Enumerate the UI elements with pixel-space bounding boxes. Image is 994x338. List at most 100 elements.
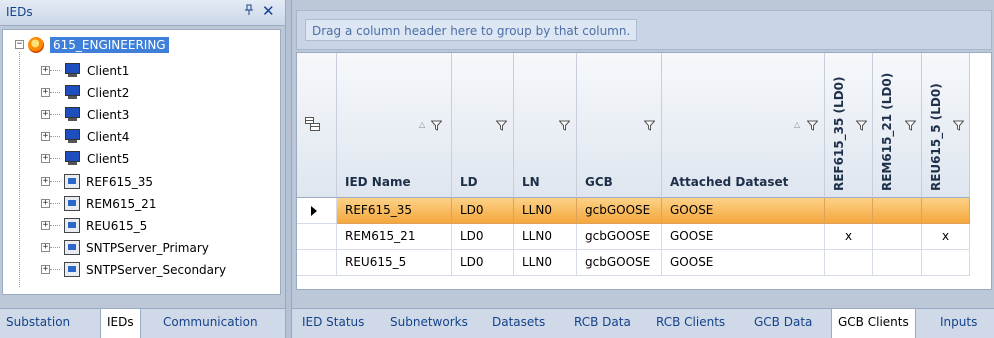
table-row[interactable]: REM615_21 LD0 LLN0 gcbGOOSE GOOSE x x	[297, 224, 993, 250]
tab-subnetworks[interactable]: Subnetworks	[390, 315, 468, 329]
cell-ld[interactable]: LD0	[452, 198, 514, 224]
column-header-label: REF615_35 (LD0)	[832, 76, 846, 192]
tree-node-client4[interactable]: + Client4	[41, 126, 129, 147]
filter-icon[interactable]	[905, 120, 916, 131]
filter-icon[interactable]	[559, 120, 570, 131]
tab-ieds[interactable]: IEDs	[100, 309, 141, 338]
expand-icon[interactable]: +	[41, 88, 50, 97]
cell-client-rem615-21[interactable]	[873, 224, 922, 250]
ied-tree[interactable]: − 615_ENGINEERING + Client1 + Client2 + …	[2, 29, 281, 295]
tree-node-client5[interactable]: + Client5	[41, 148, 129, 169]
expand-icon[interactable]: +	[41, 265, 50, 274]
tree-connector	[50, 158, 60, 159]
collapse-icon[interactable]: −	[15, 40, 24, 49]
tree-node-sntp-primary[interactable]: + SNTPServer_Primary	[41, 237, 209, 258]
cell-attached-dataset[interactable]: GOOSE	[662, 224, 825, 250]
column-header-ied-name[interactable]: △ IED Name	[337, 53, 452, 198]
row-indicator[interactable]	[297, 250, 337, 276]
tree-node-client1[interactable]: + Client1	[41, 60, 129, 81]
current-row-arrow-icon	[311, 206, 317, 216]
tree-node-ref615-35[interactable]: + REF615_35	[41, 171, 153, 192]
ied-device-icon	[64, 262, 80, 277]
column-header-label: REM615_21 (LD0)	[880, 72, 894, 191]
expand-icon[interactable]: +	[41, 177, 50, 186]
tab-inputs[interactable]: Inputs	[940, 315, 977, 329]
tab-gcb-clients[interactable]: GCB Clients	[831, 309, 916, 338]
cell-client-ref615-35[interactable]: x	[825, 224, 873, 250]
tree-node-sntp-secondary[interactable]: + SNTPServer_Secondary	[41, 259, 226, 280]
cell-ld[interactable]: LD0	[452, 250, 514, 276]
column-header-label: LD	[460, 175, 478, 189]
column-header-rem615-21[interactable]: REM615_21 (LD0)	[873, 53, 922, 198]
group-by-panel[interactable]: Drag a column header here to group by th…	[296, 10, 992, 50]
cell-client-rem615-21[interactable]	[873, 250, 922, 276]
expand-icon[interactable]: +	[41, 132, 50, 141]
cell-attached-dataset[interactable]: GOOSE	[662, 250, 825, 276]
table-row[interactable]: REU615_5 LD0 LLN0 gcbGOOSE GOOSE	[297, 250, 993, 276]
filter-icon[interactable]	[496, 120, 507, 131]
tab-communication[interactable]: Communication	[163, 315, 258, 329]
cell-ied-name[interactable]: REU615_5	[337, 250, 452, 276]
cell-ln[interactable]: LLN0	[514, 224, 577, 250]
pane-splitter[interactable]	[285, 0, 292, 338]
column-header-row-indicator[interactable]	[297, 53, 337, 198]
cell-ied-name[interactable]: REM615_21	[337, 224, 452, 250]
filter-icon[interactable]	[856, 120, 867, 131]
column-header-ln[interactable]: LN	[514, 53, 577, 198]
column-header-ref615-35[interactable]: REF615_35 (LD0)	[825, 53, 873, 198]
cell-ln[interactable]: LLN0	[514, 250, 577, 276]
cell-ld[interactable]: LD0	[452, 224, 514, 250]
expand-icon[interactable]: +	[41, 243, 50, 252]
filter-icon[interactable]	[431, 120, 442, 131]
cell-attached-dataset[interactable]: GOOSE	[662, 198, 825, 224]
expand-icon[interactable]: +	[41, 154, 50, 163]
cell-gcb[interactable]: gcbGOOSE	[577, 250, 662, 276]
cell-gcb[interactable]: gcbGOOSE	[577, 224, 662, 250]
tree-connector	[50, 136, 60, 137]
row-indicator[interactable]	[297, 198, 337, 224]
column-header-reu615-5[interactable]: REU615_5 (LD0)	[922, 53, 970, 198]
sort-ascending-icon: △	[419, 120, 426, 129]
expand-icon[interactable]: +	[41, 66, 50, 75]
tab-rcb-clients[interactable]: RCB Clients	[656, 315, 725, 329]
tree-connector	[50, 269, 60, 270]
tab-gcb-data[interactable]: GCB Data	[754, 315, 812, 329]
expand-icon[interactable]: +	[41, 110, 50, 119]
tree-node-client3[interactable]: + Client3	[41, 104, 129, 125]
tree-node-root[interactable]: − 615_ENGINEERING	[15, 34, 169, 55]
cell-client-reu615-5[interactable]: x	[922, 224, 970, 250]
gcb-clients-grid[interactable]: △ IED Name LD LN GCB △ Attached Dataset …	[296, 52, 992, 290]
close-icon[interactable]: ✕	[262, 2, 275, 20]
tree-node-rem615-21[interactable]: + REM615_21	[41, 193, 156, 214]
tab-substation[interactable]: Substation	[6, 315, 70, 329]
row-indicator[interactable]	[297, 224, 337, 250]
cell-client-ref615-35[interactable]	[825, 250, 873, 276]
column-header-label: IED Name	[345, 175, 411, 189]
tab-ied-status[interactable]: IED Status	[302, 315, 364, 329]
filter-icon[interactable]	[644, 120, 655, 131]
expand-icon[interactable]: +	[41, 221, 50, 230]
column-header-label: LN	[522, 175, 540, 189]
cell-ied-name[interactable]: REF615_35	[337, 198, 452, 224]
grid-layout-icon[interactable]	[305, 117, 320, 131]
tab-rcb-data[interactable]: RCB Data	[574, 315, 631, 329]
tree-node-client2[interactable]: + Client2	[41, 82, 129, 103]
column-header-attached-dataset[interactable]: △ Attached Dataset	[662, 53, 825, 198]
tab-datasets[interactable]: Datasets	[492, 315, 545, 329]
column-header-ld[interactable]: LD	[452, 53, 514, 198]
cell-ln[interactable]: LLN0	[514, 198, 577, 224]
expand-icon[interactable]: +	[41, 199, 50, 208]
pin-icon[interactable]	[244, 4, 254, 19]
cell-client-rem615-21[interactable]	[873, 198, 922, 224]
cell-client-reu615-5[interactable]	[922, 198, 970, 224]
monitor-icon	[64, 85, 81, 100]
cell-client-ref615-35[interactable]	[825, 198, 873, 224]
column-header-gcb[interactable]: GCB	[577, 53, 662, 198]
cell-gcb[interactable]: gcbGOOSE	[577, 198, 662, 224]
table-row[interactable]: REF615_35 LD0 LLN0 gcbGOOSE GOOSE	[297, 198, 993, 224]
filter-icon[interactable]	[953, 120, 964, 131]
cell-client-reu615-5[interactable]	[922, 250, 970, 276]
gcb-clients-panel: Drag a column header here to group by th…	[292, 0, 994, 338]
filter-icon[interactable]	[807, 120, 818, 131]
tree-node-reu615-5[interactable]: + REU615_5	[41, 215, 147, 236]
